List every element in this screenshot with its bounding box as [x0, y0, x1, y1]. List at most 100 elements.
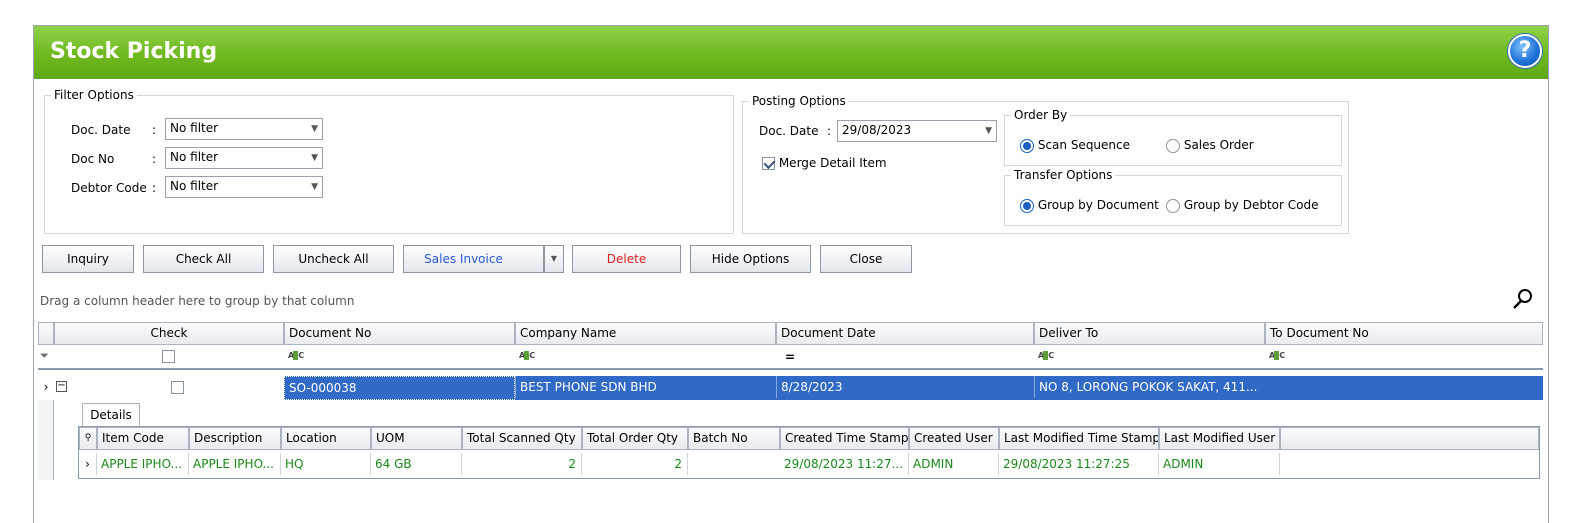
close-button[interactable]: Close	[820, 245, 912, 273]
document-date-cell[interactable]: 8/28/2023	[776, 376, 1034, 398]
detail-header-total-order-qty[interactable]: Total Order Qty	[582, 427, 688, 450]
abc-filter-icon[interactable]: AC	[1038, 351, 1054, 360]
document-no-cell[interactable]: SO-000038	[284, 376, 515, 400]
checkbox-box[interactable]	[762, 157, 775, 170]
total-scanned-qty-cell[interactable]: 2	[462, 453, 582, 475]
row-indicator-header	[38, 322, 54, 345]
detail-header-created-user[interactable]: Created User	[909, 427, 999, 450]
column-header-to-document-no[interactable]: To Document No	[1265, 322, 1543, 345]
separator: :	[152, 152, 157, 166]
search-icon[interactable]	[1512, 288, 1534, 310]
collapse-icon[interactable]: −	[56, 381, 67, 392]
radio-unselected[interactable]	[1166, 198, 1180, 213]
transfer-options-group: Transfer Options	[1004, 168, 1342, 226]
radio-unselected[interactable]	[1166, 138, 1180, 153]
doc-date-filter-label: Doc. Date	[71, 123, 131, 137]
row-pointer-icon: ›	[38, 376, 54, 400]
detail-header-location[interactable]: Location	[281, 427, 371, 450]
deliver-to-cell[interactable]: NO 8, LORONG POKOK SAKAT, 411...	[1034, 376, 1265, 398]
equals-filter-icon[interactable]: =	[785, 350, 795, 364]
posting-doc-date-label: Doc. Date	[759, 124, 819, 138]
combo-value: No filter	[170, 121, 219, 135]
abc-filter-icon[interactable]: AC	[519, 351, 535, 360]
check-cell[interactable]: −	[54, 376, 284, 400]
separator: :	[152, 181, 157, 195]
posting-options-legend: Posting Options	[752, 94, 846, 108]
detail-header-batch-no[interactable]: Batch No	[688, 427, 780, 450]
total-order-qty-cell[interactable]: 2	[582, 453, 688, 475]
separator: :	[827, 124, 832, 138]
detail-header-uom[interactable]: UOM	[371, 427, 462, 450]
radio-label: Group by Debtor Code	[1183, 198, 1319, 212]
title-bar: Stock Picking ?	[34, 26, 1548, 79]
sales-invoice-dropdown-button[interactable]: ▼	[544, 245, 564, 273]
hide-options-button[interactable]: Hide Options	[690, 245, 811, 273]
order-by-scan-sequence-radio[interactable]: Scan Sequence	[1020, 138, 1130, 153]
uom-cell[interactable]: 64 GB	[371, 453, 462, 475]
delete-button[interactable]: Delete	[572, 245, 681, 273]
chevron-down-icon[interactable]: ▼	[311, 177, 318, 197]
column-header-document-date[interactable]: Document Date	[776, 322, 1034, 345]
radio-selected[interactable]	[1020, 138, 1034, 153]
doc-no-filter-label: Doc No	[71, 152, 115, 166]
abc-filter-icon[interactable]: AC	[1269, 351, 1285, 360]
created-time-stamp-cell[interactable]: 29/08/2023 11:27...	[780, 453, 909, 475]
chevron-down-icon[interactable]: ▼	[985, 121, 992, 141]
detail-header-last-modified-user[interactable]: Last Modified User	[1159, 427, 1280, 450]
order-by-legend: Order By	[1014, 108, 1068, 122]
filter-funnel-icon: ⏷	[40, 349, 49, 362]
chevron-down-icon: ▼	[550, 254, 558, 263]
debtor-code-filter-label: Debtor Code	[71, 181, 147, 195]
inquiry-button[interactable]: Inquiry	[42, 245, 134, 273]
radio-selected[interactable]	[1020, 198, 1034, 213]
company-name-cell[interactable]: BEST PHONE SDN BHD	[515, 376, 776, 398]
doc-date-filter-combo[interactable]: No filter ▼	[165, 118, 323, 140]
detail-header-total-scanned-qty[interactable]: Total Scanned Qty	[462, 427, 582, 450]
order-by-sales-order-radio[interactable]: Sales Order	[1166, 138, 1254, 153]
detail-header-empty	[1280, 427, 1539, 450]
column-header-deliver-to[interactable]: Deliver To	[1034, 322, 1265, 345]
uncheck-all-button[interactable]: Uncheck All	[273, 245, 394, 273]
stock-picking-window: Stock Picking ? Filter Options Doc. Date…	[33, 25, 1549, 523]
date-value: 29/08/2023	[842, 123, 912, 137]
radio-label: Group by Document	[1037, 198, 1159, 212]
filter-check-checkbox[interactable]	[162, 350, 175, 363]
detail-search-icon[interactable]: ⚲	[79, 427, 97, 450]
column-header-company-name[interactable]: Company Name	[515, 322, 776, 345]
group-by-debtor-code-radio[interactable]: Group by Debtor Code	[1166, 198, 1318, 213]
column-header-document-no[interactable]: Document No	[284, 322, 515, 345]
created-user-cell[interactable]: ADMIN	[909, 453, 999, 475]
abc-filter-icon[interactable]: AC	[288, 351, 304, 360]
separator: :	[152, 123, 157, 137]
combo-value: No filter	[170, 179, 219, 193]
group-by-document-radio[interactable]: Group by Document	[1020, 198, 1159, 213]
tab-details[interactable]: Details	[82, 403, 140, 427]
last-modified-time-stamp-cell[interactable]: 29/08/2023 11:27:25	[999, 453, 1159, 475]
filter-options-group: Filter Options	[44, 88, 734, 234]
description-cell[interactable]: APPLE IPHO...	[189, 453, 281, 475]
column-header-check[interactable]: Check	[54, 322, 284, 345]
doc-no-filter-combo[interactable]: No filter ▼	[165, 147, 323, 169]
posting-doc-date-picker[interactable]: 29/08/2023 ▼	[837, 120, 997, 142]
sales-invoice-button[interactable]: Sales Invoice	[403, 245, 544, 273]
chevron-down-icon[interactable]: ▼	[311, 148, 318, 168]
item-code-cell[interactable]: APPLE IPHO...	[97, 453, 189, 475]
check-all-button[interactable]: Check All	[143, 245, 264, 273]
detail-header-description[interactable]: Description	[189, 427, 281, 450]
last-modified-user-cell[interactable]: ADMIN	[1159, 453, 1280, 475]
radio-label: Sales Order	[1183, 138, 1254, 152]
location-cell[interactable]: HQ	[281, 453, 371, 475]
merge-detail-item-checkbox[interactable]: Merge Detail Item	[762, 156, 887, 170]
row-check-checkbox[interactable]	[171, 381, 184, 394]
help-icon[interactable]: ?	[1508, 34, 1542, 68]
detail-header-item-code[interactable]: Item Code	[97, 427, 189, 450]
detail-header-last-modified-time-stamp[interactable]: Last Modified Time Stamp	[999, 427, 1159, 450]
table-row[interactable]: › APPLE IPHO... APPLE IPHO... HQ 64 GB 2…	[79, 451, 1539, 478]
detail-grid: ⚲ Item Code Description Location UOM Tot…	[78, 426, 1540, 479]
detail-header-created-time-stamp[interactable]: Created Time Stamp	[780, 427, 909, 450]
sales-invoice-label: Sales Invoice	[424, 252, 503, 266]
debtor-code-filter-combo[interactable]: No filter ▼	[165, 176, 323, 198]
table-row[interactable]: › − SO-000038 BEST PHONE SDN BHD 8/28/20…	[38, 376, 1543, 400]
group-by-hint: Drag a column header here to group by th…	[40, 294, 355, 308]
chevron-down-icon[interactable]: ▼	[311, 119, 318, 139]
